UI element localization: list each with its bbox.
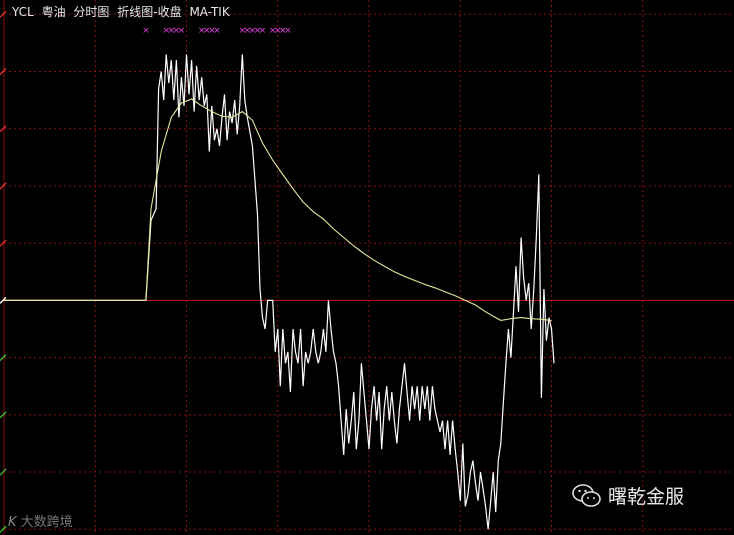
symbol-name: 粤油 bbox=[41, 5, 66, 19]
line-mode: 折线图-收盘 bbox=[117, 5, 182, 19]
watermark-right-text: 曙乾金服 bbox=[608, 486, 685, 508]
chart-frame: × × × × × × × × × × × × × × × × × × YCL 粤油 分时图 折线图-收盘 MA-… bbox=[0, 0, 734, 535]
marker-0: × bbox=[142, 26, 150, 36]
watermark-right: 曙乾金服 bbox=[572, 482, 684, 509]
chart-header: YCL 粤油 分时图 折线图-收盘 MA-TIK bbox=[12, 3, 234, 20]
watermark-left: K 大数跨境 bbox=[8, 511, 73, 530]
view-type: 分时图 bbox=[73, 5, 110, 19]
watermark-left-text: 大数跨境 bbox=[20, 515, 73, 530]
marker-17: × bbox=[284, 26, 292, 36]
marker-13: × bbox=[259, 26, 267, 36]
symbol-code: YCL bbox=[12, 5, 34, 19]
marker-8: × bbox=[213, 26, 221, 36]
marker-4: × bbox=[178, 26, 186, 36]
indicator-name: MA-TIK bbox=[189, 5, 230, 19]
ma-line bbox=[4, 98, 552, 321]
price-line bbox=[4, 54, 555, 530]
k-logo-icon: K bbox=[8, 515, 17, 530]
chart-svg: × ×××× ×××× ××××× ×××× bbox=[0, 0, 734, 535]
wechat-icon bbox=[572, 483, 601, 507]
